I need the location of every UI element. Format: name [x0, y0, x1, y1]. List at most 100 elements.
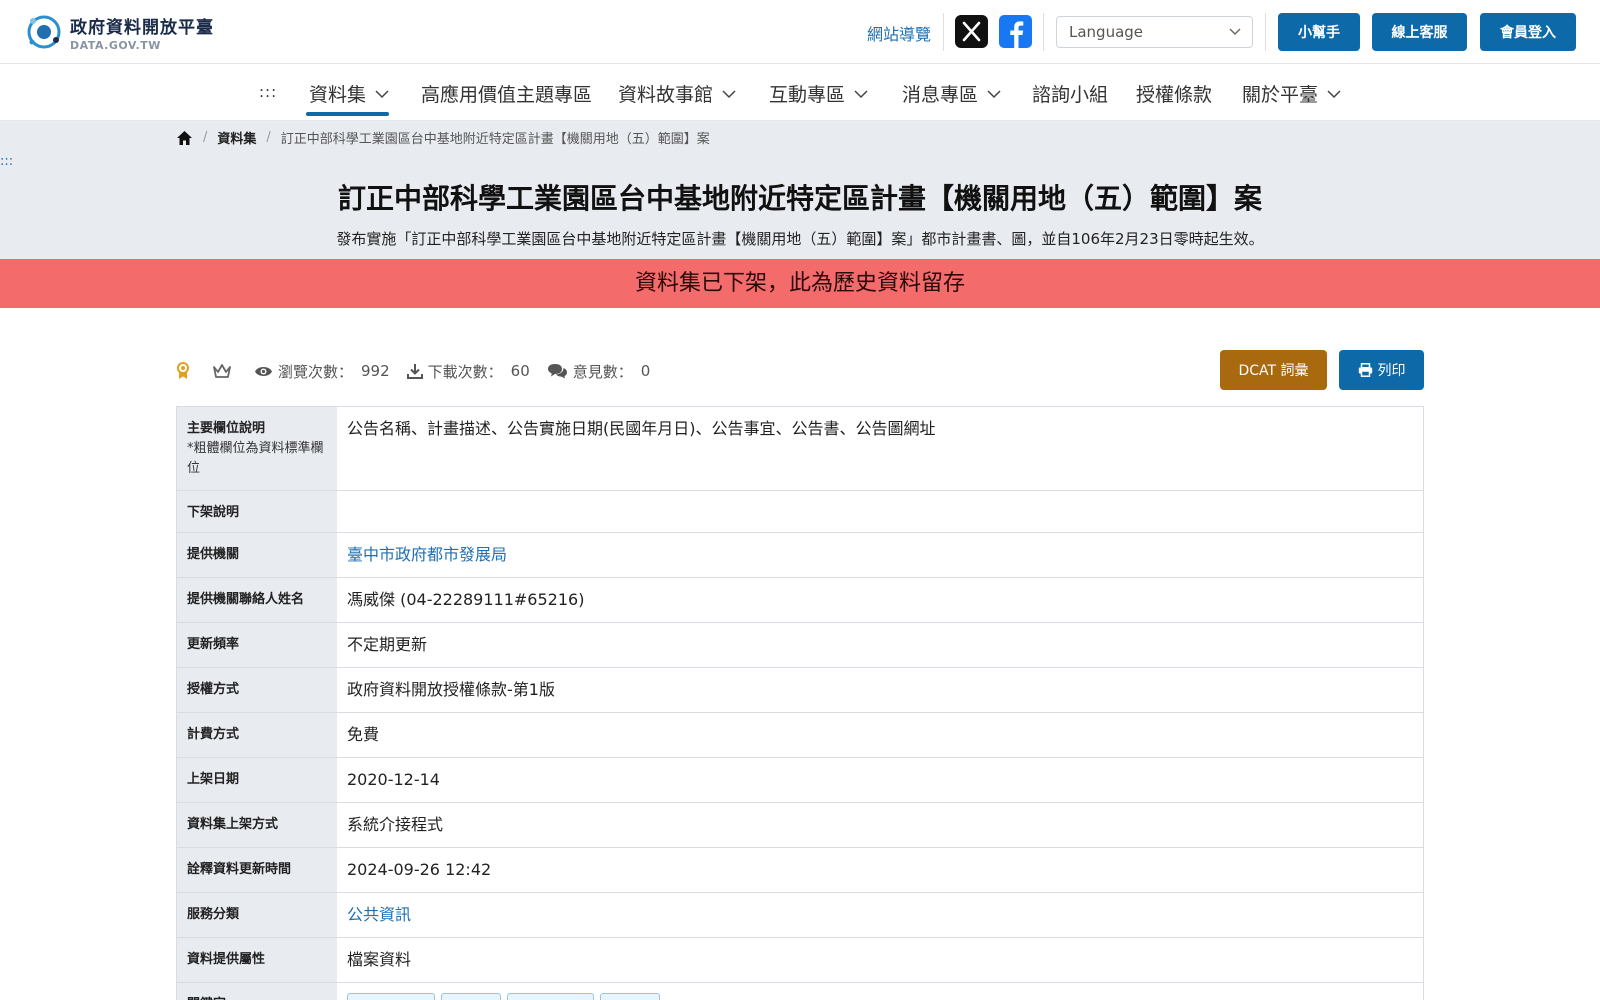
- nav-license-terms[interactable]: 授權條款: [1136, 80, 1212, 107]
- keyword-tag[interactable]: [507, 993, 594, 1000]
- printer-icon: [1358, 363, 1372, 377]
- fee-label: 計費方式: [177, 713, 337, 757]
- view-count-value: 992: [361, 362, 390, 380]
- table-row: 提供機關 臺中市政府都市發展局: [177, 533, 1423, 578]
- keyword-tag[interactable]: [600, 993, 660, 1000]
- nav-about[interactable]: 關於平臺: [1242, 80, 1342, 107]
- accessibility-anchor[interactable]: :::: [259, 83, 277, 101]
- nav-label: 高應用價值主題專區: [421, 84, 593, 106]
- published-value: 2020-12-14: [347, 770, 440, 789]
- nav-label: 互動專區: [769, 84, 846, 106]
- dcat-vocabulary-button[interactable]: DCAT 詞彙: [1220, 350, 1327, 390]
- print-label: 列印: [1377, 363, 1406, 379]
- divider: [1265, 13, 1266, 51]
- logo-title: 政府資料開放平臺: [70, 17, 214, 38]
- metadata-updated-value: 2024-09-26 12:42: [347, 860, 492, 879]
- nav-label: 消息專區: [902, 84, 979, 106]
- keyword-tag[interactable]: [441, 993, 501, 1000]
- table-row: 主要欄位說明 *粗體欄位為資料標準欄位 公告名稱、計畫描述、公告實施日期(民國年…: [177, 407, 1423, 491]
- nav-label: 授權條款: [1136, 84, 1213, 106]
- frequency-value: 不定期更新: [347, 635, 428, 654]
- comment-count-value: 0: [640, 362, 651, 380]
- language-select[interactable]: Language: [1056, 16, 1253, 48]
- breadcrumb-datasets[interactable]: 資料集: [217, 128, 256, 147]
- breadcrumb-separator: /: [203, 130, 208, 145]
- logo-subtitle: DATA.GOV.TW: [70, 38, 161, 52]
- facebook-icon[interactable]: [999, 15, 1032, 48]
- delisted-alert: 資料集已下架，此為歷史資料留存: [0, 259, 1600, 308]
- published-label: 上架日期: [177, 758, 337, 802]
- crown-icon: [212, 363, 237, 379]
- table-row: 服務分類 公共資訊: [177, 893, 1423, 938]
- category-label: 服務分類: [177, 893, 337, 937]
- provider-label: 提供機關: [177, 533, 337, 577]
- nav-high-value-topics[interactable]: 高應用價值主題專區: [421, 80, 592, 107]
- logo-icon: [27, 15, 61, 49]
- nav-label: 資料故事館: [618, 84, 714, 106]
- helper-button[interactable]: 小幫手: [1278, 13, 1360, 51]
- chevron-down-icon: [987, 89, 1001, 98]
- x-twitter-icon[interactable]: [955, 15, 988, 48]
- keywords-value: [337, 983, 1423, 1000]
- publish-method-value: 系統介接程式: [347, 815, 444, 834]
- site-header: 政府資料開放平臺 DATA.GOV.TW 網站導覽 Language 小幫手 線…: [0, 0, 1600, 64]
- sitemap-link[interactable]: 網站導覽: [867, 21, 931, 45]
- divider: [943, 13, 944, 51]
- site-logo[interactable]: 政府資料開放平臺 DATA.GOV.TW: [24, 12, 214, 52]
- category-link[interactable]: 公共資訊: [337, 893, 1423, 937]
- home-icon[interactable]: [176, 130, 193, 146]
- keywords-label: 關鍵字: [177, 983, 337, 1000]
- license-value: 政府資料開放授權條款-第1版: [347, 680, 555, 699]
- breadcrumb-separator: /: [266, 130, 271, 145]
- print-button[interactable]: 列印: [1339, 350, 1424, 390]
- download-icon: [406, 364, 423, 379]
- dataset-description: 發布實施「訂正中部科學工業園區台中基地附近特定區計畫【機關用地（五）範圍】案」都…: [336, 230, 1264, 248]
- nav-data-stories[interactable]: 資料故事館: [618, 80, 737, 107]
- metadata-updated-label: 詮釋資料更新時間: [177, 848, 337, 892]
- contact-label: 提供機關聯絡人姓名: [177, 578, 337, 622]
- provider-link[interactable]: 臺中市政府都市發展局: [337, 533, 1423, 577]
- chevron-down-icon: [1327, 89, 1341, 98]
- view-count: 瀏覽次數： 992: [254, 361, 390, 382]
- chevron-down-icon: [375, 89, 389, 98]
- keyword-tags: [347, 993, 1413, 1000]
- delisted-value: [337, 491, 1423, 532]
- nav-datasets[interactable]: 資料集: [309, 80, 390, 107]
- dataset-info-table: 主要欄位說明 *粗體欄位為資料標準欄位 公告名稱、計畫描述、公告實施日期(民國年…: [176, 406, 1424, 1000]
- page-header-band: / 資料集 / 訂正中部科學工業園區台中基地附近特定區計畫【機關用地（五）範圍】…: [0, 121, 1600, 259]
- nav-interaction[interactable]: 互動專區: [769, 80, 869, 107]
- nav-label: 諮詢小組: [1032, 84, 1109, 106]
- accessibility-anchor[interactable]: :::: [0, 154, 13, 169]
- chevron-down-icon: [854, 89, 868, 98]
- nav-news[interactable]: 消息專區: [902, 80, 1002, 107]
- quality-badge-icon: [176, 362, 195, 380]
- table-row: 下架說明: [177, 491, 1423, 533]
- row-label: 主要欄位說明 *粗體欄位為資料標準欄位: [177, 407, 337, 490]
- delisted-label: 下架說明: [177, 491, 337, 532]
- download-count: 下載次數： 60: [406, 361, 530, 382]
- chevron-down-icon: [722, 89, 736, 98]
- main-fields-value: 公告名稱、計畫描述、公告實施日期(民國年月日)、公告事宜、公告書、公告圖網址: [347, 419, 936, 438]
- nav-advisory-group[interactable]: 諮詢小組: [1032, 80, 1108, 107]
- dataset-stats: 瀏覽次數： 992 下載次數： 60 意見數： 0: [176, 360, 667, 382]
- fee-value: 免費: [347, 725, 380, 744]
- comments-icon: [547, 364, 567, 379]
- page-title: 訂正中部科學工業園區台中基地附近特定區計畫【機關用地（五）範圍】案: [337, 182, 1262, 215]
- table-row: 關鍵字: [177, 983, 1423, 1000]
- eye-icon: [255, 366, 272, 376]
- breadcrumb: / 資料集 / 訂正中部科學工業園區台中基地附近特定區計畫【機關用地（五）範圍】…: [176, 128, 710, 147]
- publish-method-label: 資料集上架方式: [177, 803, 337, 847]
- language-placeholder: Language: [1069, 23, 1144, 41]
- active-nav-indicator: [306, 112, 389, 116]
- frequency-label: 更新頻率: [177, 623, 337, 667]
- table-row: 資料集上架方式 系統介接程式: [177, 803, 1423, 848]
- table-row: 資料提供屬性 檔案資料: [177, 938, 1423, 983]
- keyword-tag[interactable]: [347, 993, 435, 1000]
- download-count-label: 下載次數：: [427, 362, 503, 381]
- main-fields-note: *粗體欄位為資料標準欄位: [187, 441, 324, 476]
- download-count-value: 60: [510, 362, 530, 380]
- attribute-label: 資料提供屬性: [177, 938, 337, 982]
- divider: [1043, 13, 1044, 51]
- login-button[interactable]: 會員登入: [1480, 13, 1576, 51]
- online-service-button[interactable]: 線上客服: [1372, 13, 1467, 51]
